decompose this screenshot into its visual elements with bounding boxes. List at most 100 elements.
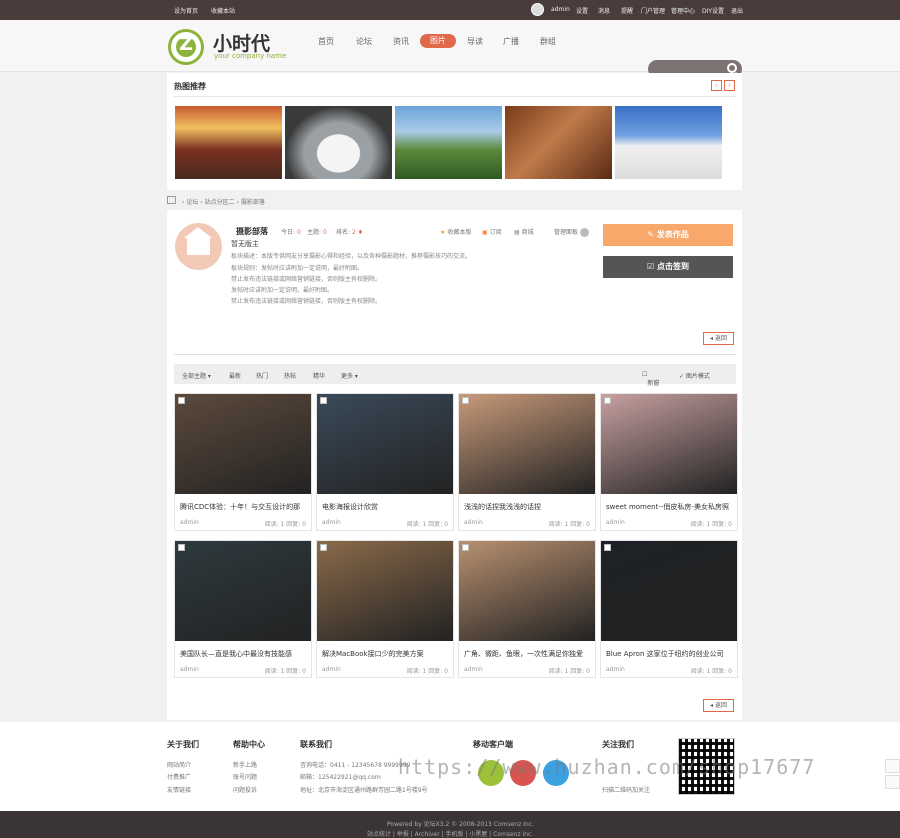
card-stats: 阅读: 1 回复: 0 [548, 668, 590, 675]
filter-hot[interactable]: 热门 [256, 371, 268, 380]
set-home-link[interactable]: 设为首页 [174, 6, 198, 15]
side-top-icon[interactable] [885, 775, 900, 789]
card-image[interactable] [175, 541, 311, 641]
footer-link[interactable]: 账号问题 [233, 772, 257, 781]
topbar-link-reminders[interactable]: 提醒 [621, 6, 633, 15]
picture-card[interactable]: 广角、微距、鱼眼，一次性满足你独爱 admin 阅读: 1 回复: 0 [458, 540, 596, 678]
picture-card[interactable]: Blue Apron 这家位于纽约的创业公司 admin 阅读: 1 回复: 0 [600, 540, 738, 678]
footer-link[interactable]: 新手上路 [233, 760, 257, 769]
nav-broadcast[interactable]: 广播 [503, 36, 519, 47]
next-button[interactable]: › [724, 80, 735, 91]
card-title[interactable]: sweet moment--俏皮私房-美女私房照 [606, 502, 736, 512]
filter-hot-posts[interactable]: 热帖 [284, 371, 296, 380]
card-checkbox[interactable] [604, 397, 611, 404]
hot-image-palace-garden[interactable] [395, 106, 502, 179]
card-author[interactable]: admin [464, 519, 483, 526]
footer-link[interactable]: 友情链接 [167, 785, 191, 794]
manage-label[interactable]: 管理面板 [554, 229, 578, 236]
picture-card[interactable]: 解决MacBook接口少的完美方案 admin 阅读: 1 回复: 0 [316, 540, 454, 678]
card-author[interactable]: admin [180, 666, 199, 673]
picture-card[interactable]: 腾讯CDC体验：十年！与交互设计的那 admin 阅读: 1 回复: 0 [174, 393, 312, 531]
back-button-bottom[interactable]: ◂ 返回 [703, 699, 734, 712]
card-checkbox[interactable] [320, 397, 327, 404]
nav-home[interactable]: 首页 [318, 36, 334, 47]
card-checkbox[interactable] [604, 544, 611, 551]
favorite-label[interactable]: 收藏本版 [447, 229, 471, 236]
topbar-link-messages[interactable]: 消息 [598, 6, 610, 15]
hot-image-white-car[interactable] [285, 106, 392, 179]
filter-all-topics[interactable]: 全部主题 ▾ [182, 371, 211, 380]
card-image[interactable] [317, 394, 453, 494]
card-title[interactable]: 广角、微距、鱼眼，一次性满足你独爱 [464, 649, 594, 659]
card-author[interactable]: admin [322, 519, 341, 526]
topbar-link-portal-admin[interactable]: 门户管理 [641, 6, 665, 15]
card-title[interactable]: 解决MacBook接口少的完美方案 [322, 649, 452, 659]
picture-card[interactable]: 电影海报设计欣赏 admin 阅读: 1 回复: 0 [316, 393, 454, 531]
filter-more[interactable]: 更多 ▾ [341, 371, 358, 380]
toggle-icon[interactable] [579, 228, 589, 237]
card-image[interactable] [317, 541, 453, 641]
card-title[interactable]: 腾讯CDC体验：十年！与交互设计的那 [180, 502, 310, 512]
side-share-icon[interactable] [885, 759, 900, 773]
filter-latest[interactable]: 最新 [229, 371, 241, 380]
card-author[interactable]: admin [464, 666, 483, 673]
card-image[interactable] [601, 541, 737, 641]
card-author[interactable]: admin [606, 666, 625, 673]
hot-image-painting-couple[interactable] [505, 106, 612, 179]
footer-link[interactable]: 付费推广 [167, 772, 191, 781]
back-button[interactable]: ◂ 返回 [703, 332, 734, 345]
search-icon[interactable] [727, 63, 737, 73]
card-image[interactable] [459, 394, 595, 494]
card-checkbox[interactable] [178, 397, 185, 404]
hot-image-white-building[interactable] [615, 106, 722, 179]
card-author[interactable]: admin [322, 666, 341, 673]
subscribe-label[interactable]: 订阅 [490, 229, 502, 236]
nav-guide[interactable]: 导读 [467, 36, 483, 47]
bottom-links[interactable]: 站点统计 | 举报 | Archiver | 手机版 | 小黑屋 | Comse… [367, 829, 533, 838]
user-avatar[interactable] [531, 3, 544, 16]
card-title[interactable]: 浅浅的话捏我浅浅的话捏 [464, 502, 594, 512]
prev-button[interactable]: ‹ [711, 80, 722, 91]
picture-card[interactable]: 美国队长—直是我心中最没有技能感 admin 阅读: 1 回复: 0 [174, 540, 312, 678]
card-checkbox[interactable] [320, 544, 327, 551]
breadcrumb-section[interactable]: 站点分区二 [205, 199, 235, 206]
card-author[interactable]: admin [606, 519, 625, 526]
card-title[interactable]: 美国队长—直是我心中最没有技能感 [180, 649, 310, 659]
topbar-link-settings[interactable]: 设置 [576, 6, 588, 15]
filter-digest[interactable]: 精华 [313, 371, 325, 380]
forum-rule: 发帖时应讲附加一定说明，最好附图。 [231, 287, 334, 294]
card-title[interactable]: Blue Apron 这家位于纽约的创业公司 [606, 649, 736, 659]
post-work-button[interactable]: ✎ 发表作品 [603, 224, 733, 246]
breadcrumb-current[interactable]: 摄影部落 [241, 199, 265, 206]
nav-groups[interactable]: 群组 [540, 36, 556, 47]
picture-card[interactable]: 浅浅的话捏我浅浅的话捏 admin 阅读: 1 回复: 0 [458, 393, 596, 531]
nav-forum[interactable]: 论坛 [356, 36, 372, 47]
hot-image-conference-room[interactable] [175, 106, 282, 179]
footer-link[interactable]: 网站简介 [167, 760, 191, 769]
shop-label[interactable]: 商城 [522, 229, 534, 236]
sign-in-button[interactable]: ☑ 点击签到 [603, 256, 733, 278]
picture-card[interactable]: sweet moment--俏皮私房-美女私房照 admin 阅读: 1 回复: 0 [600, 393, 738, 531]
card-title[interactable]: 电影海报设计欣赏 [322, 502, 452, 512]
card-image[interactable] [459, 541, 595, 641]
footer-link[interactable]: 问题投诉 [233, 785, 257, 794]
card-image[interactable] [175, 394, 311, 494]
card-checkbox[interactable] [462, 544, 469, 551]
card-checkbox[interactable] [178, 544, 185, 551]
card-author[interactable]: admin [180, 519, 199, 526]
bookmark-link[interactable]: 收藏本站 [211, 6, 235, 15]
username-link[interactable]: admin [551, 6, 570, 13]
home-icon[interactable] [167, 196, 176, 204]
nav-pictures[interactable]: 图片 [420, 34, 456, 48]
topbar-link-logout[interactable]: 退出 [731, 6, 743, 15]
card-checkbox[interactable] [462, 397, 469, 404]
manage-panel-link: 管理面板 [554, 227, 589, 237]
topbar-link-diy[interactable]: DIY设置 [702, 6, 724, 15]
card-image[interactable] [601, 394, 737, 494]
topbar-link-admin-center[interactable]: 管理中心 [671, 6, 695, 15]
nav-news[interactable]: 资讯 [393, 36, 409, 47]
card-stats: 阅读: 1 回复: 0 [548, 521, 590, 528]
picture-mode-toggle[interactable]: ✓ 图片模式 [679, 371, 710, 380]
breadcrumb-forum[interactable]: 论坛 [186, 199, 198, 206]
new-window-checkbox[interactable]: ☐ 新窗 [642, 371, 659, 387]
